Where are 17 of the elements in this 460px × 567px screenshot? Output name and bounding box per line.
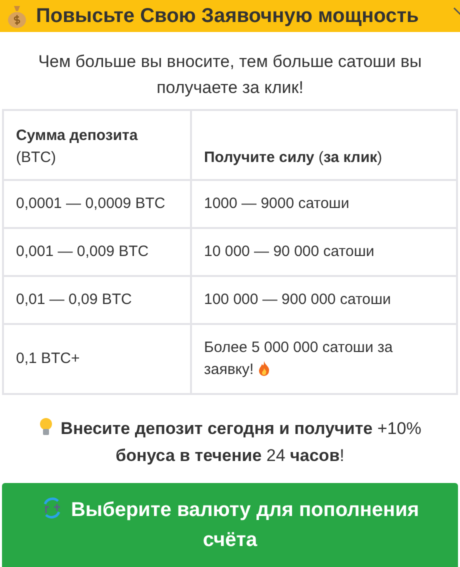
table-cell: Более 5 000 000 сатоши за заявку! xyxy=(191,324,457,394)
table-header-cell: Получите силу (за клик) xyxy=(191,110,457,180)
dialog-title: Повысьте Свою Заявочную мощность xyxy=(36,4,419,28)
table-cell: 0,0001 — 0,0009 BTC xyxy=(3,180,191,228)
money-bag-icon xyxy=(6,4,28,28)
table-cell: 0,001 — 0,009 BTC xyxy=(3,228,191,276)
bonus-text: Внесите депозит сегодня и получите +10% бонуса в течение 24 часов! xyxy=(20,415,440,469)
table-header-cell: Сумма депозита (BTC) xyxy=(3,110,191,180)
table-cell: 10 000 — 90 000 сатоши xyxy=(191,228,457,276)
table-cell: 100 000 — 900 000 сатоши xyxy=(191,276,457,324)
table-cell: 0,1 BTC+ xyxy=(3,324,191,394)
lightbulb-icon xyxy=(38,417,53,437)
flame-icon xyxy=(258,361,270,376)
choose-currency-button[interactable]: Выберите валюту для пополнения счёта xyxy=(2,483,458,567)
table-cell: 0,01 — 0,09 BTC xyxy=(3,276,191,324)
intro-text: Чем больше вы вносите, тем больше сатоши вы получаете за клик! xyxy=(37,51,423,99)
table-cell: 1000 — 9000 сатоши xyxy=(191,180,457,228)
